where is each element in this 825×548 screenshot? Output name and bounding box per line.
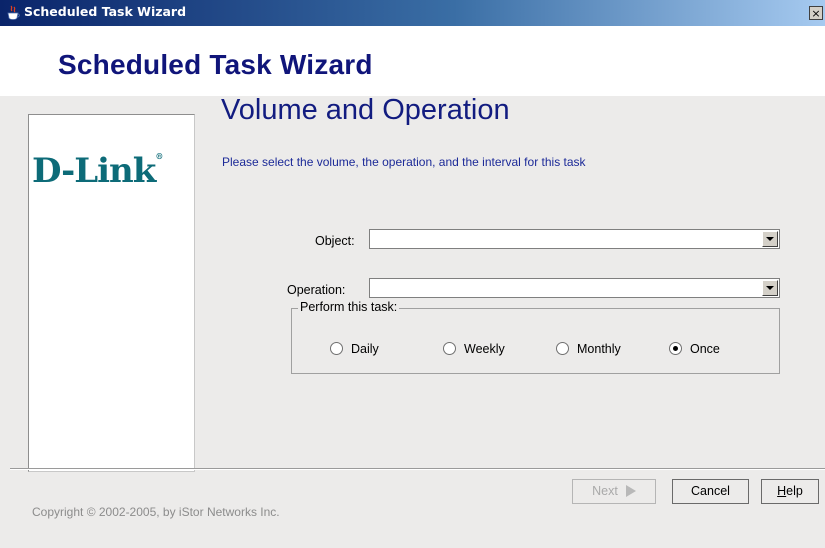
radio-button[interactable] [330,342,343,355]
cancel-button[interactable]: Cancel [672,479,749,504]
next-label: Next [592,484,618,498]
chevron-down-icon[interactable] [762,280,778,296]
cancel-label: Cancel [691,484,730,498]
schedule-groupbox [291,308,780,374]
radio-label: Once [690,342,720,356]
radio-label: Weekly [464,342,505,356]
help-button[interactable]: Help [761,479,819,504]
object-dropdown[interactable] [369,229,780,249]
radio-button[interactable] [669,342,682,355]
radio-label: Monthly [577,342,621,356]
operation-dropdown[interactable] [369,278,780,298]
object-label: Object: [315,234,355,248]
schedule-legend: Perform this task: [298,300,400,314]
footer-separator-highlight [10,469,825,470]
java-cup-icon [6,5,20,21]
radio-button[interactable] [556,342,569,355]
radio-button[interactable] [443,342,456,355]
wizard-header: Scheduled Task Wizard [0,26,825,96]
copyright-text: Copyright © 2002-2005, by iStor Networks… [32,505,280,519]
help-label-rest: elp [786,484,803,498]
close-icon[interactable]: × [809,6,823,20]
logo-text: D-Link [32,151,156,191]
logo-panel: D-Link® [28,114,195,472]
chevron-down-icon[interactable] [762,231,778,247]
wizard-title: Scheduled Task Wizard [58,49,373,80]
operation-label: Operation: [287,283,346,297]
title-bar[interactable]: Scheduled Task Wizard × [0,0,825,26]
dlink-logo: D-Link® [32,151,163,191]
next-button[interactable]: Next [572,479,656,504]
page-description: Please select the volume, the operation,… [222,155,586,169]
triangle-right-icon [625,484,636,497]
window-title: Scheduled Task Wizard [24,4,187,19]
radio-label: Daily [351,342,379,356]
registered-mark: ® [155,151,164,161]
help-mnemonic: H [777,484,787,498]
radio-selected-dot [673,346,678,351]
page-title: Volume and Operation [221,94,510,126]
